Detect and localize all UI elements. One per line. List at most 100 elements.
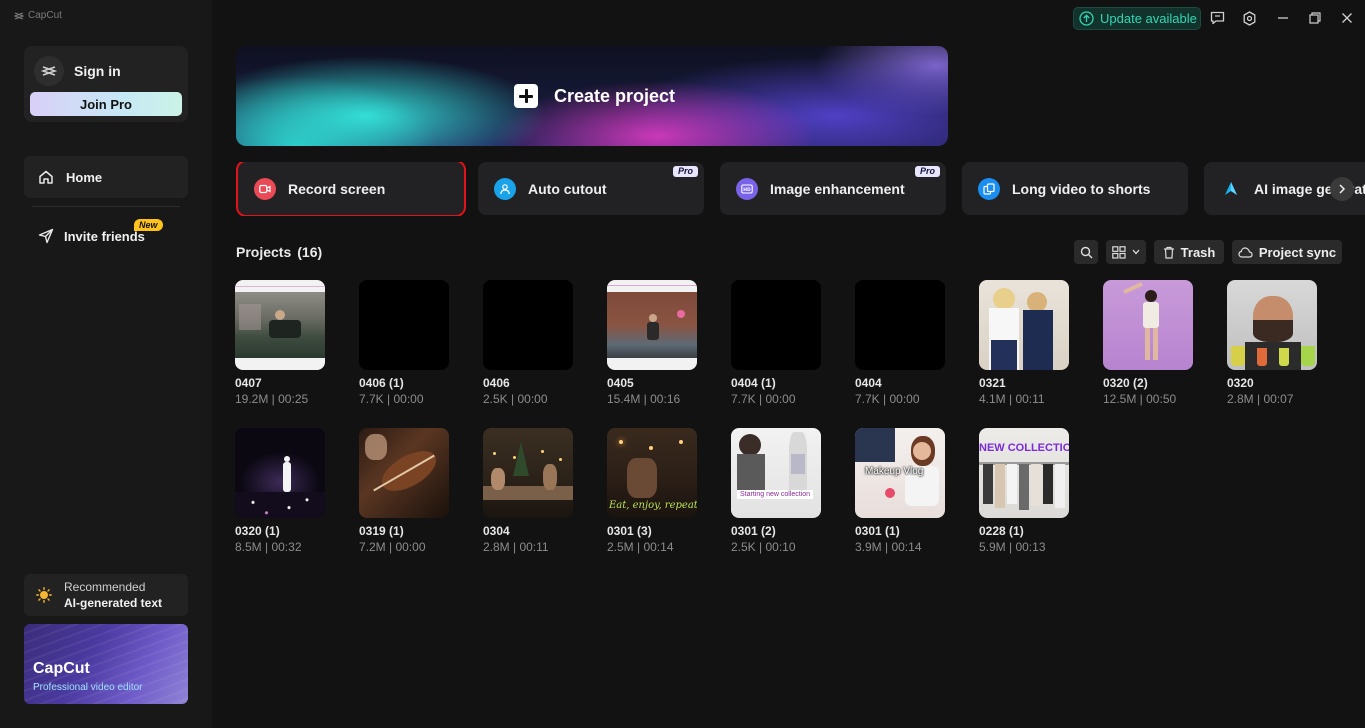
thumbnail-overlay-text: Eat, enjoy, repeat: [609, 500, 697, 511]
thumbnail-overlay-text: NEW COLLECTION: [979, 442, 1069, 454]
upload-arrow-icon: [1079, 11, 1094, 26]
promo-subtitle: Professional video editor: [33, 682, 143, 693]
tool-long-video-to-shorts[interactable]: Long video to shorts: [962, 162, 1188, 215]
chevron-right-icon: [1339, 184, 1346, 194]
projects-title-label: Projects: [236, 244, 292, 260]
trash-label: Trash: [1180, 244, 1216, 260]
tools-row: Record screen Auto cutout Pro HD Image e…: [236, 162, 1365, 216]
create-project-banner[interactable]: Create project: [236, 46, 948, 146]
project-name: 0319 (1): [359, 524, 404, 538]
search-icon: [1080, 246, 1092, 258]
recommended-title: AI-generated text: [64, 596, 163, 610]
hd-icon: HD: [736, 177, 758, 200]
trash-button[interactable]: Trash: [1154, 240, 1224, 264]
project-thumbnail: [359, 280, 449, 370]
tool-image-enhancement[interactable]: HD Image enhancement Pro: [720, 162, 946, 215]
account-card: Sign in Join Pro: [24, 46, 188, 122]
view-toggle-button[interactable]: [1106, 240, 1146, 264]
feedback-icon[interactable]: [1208, 9, 1226, 27]
project-meta: 12.5M | 00:50: [1103, 392, 1177, 406]
project-name: 0407: [235, 376, 262, 390]
project-card[interactable]: 0320 2.8M | 00:07: [1227, 280, 1317, 406]
project-thumbnail: [731, 280, 821, 370]
sidebar-item-invite-friends[interactable]: Invite friends New: [24, 216, 188, 256]
project-name: 0228 (1): [979, 524, 1024, 538]
minimize-icon[interactable]: [1274, 9, 1292, 27]
project-card[interactable]: 0407 19.2M | 00:25: [235, 280, 325, 406]
project-thumbnail: [1227, 280, 1317, 370]
project-name: 0301 (1): [855, 524, 900, 538]
project-card[interactable]: 0406 (1) 7.7K | 00:00: [359, 280, 449, 406]
project-thumbnail: Eat, enjoy, repeat: [607, 428, 697, 518]
chevron-down-icon: [1132, 249, 1140, 255]
project-card[interactable]: 0320 (1) 8.5M | 00:32: [235, 428, 325, 554]
project-meta: 2.8M | 00:07: [1227, 392, 1294, 406]
project-thumbnail: [483, 428, 573, 518]
record-icon: [254, 177, 276, 200]
project-card[interactable]: NEW COLLECTION 0228 (1) 5.9M | 00:13: [979, 428, 1069, 554]
grid-view-icon: [1112, 245, 1126, 259]
sidebar-divider: [32, 206, 180, 207]
plus-icon: [514, 84, 538, 108]
thumbnail-overlay-text: Makeup Vlog: [865, 466, 924, 477]
project-card[interactable]: 0405 15.4M | 00:16: [607, 280, 697, 406]
project-card[interactable]: 0319 (1) 7.2M | 00:00: [359, 428, 449, 554]
thumbnail-overlay-text: Starting new collection: [737, 490, 814, 499]
project-name: 0320 (1): [235, 524, 280, 538]
project-card[interactable]: 0304 2.8M | 00:11: [483, 428, 573, 554]
project-sync-button[interactable]: Project sync: [1232, 240, 1342, 264]
tool-label: Auto cutout: [528, 180, 607, 197]
project-card[interactable]: 0406 2.5K | 00:00: [483, 280, 573, 406]
project-meta: 5.9M | 00:13: [979, 540, 1046, 554]
capcut-logo-icon: [14, 11, 24, 20]
project-meta: 7.7K | 00:00: [855, 392, 920, 406]
promo-title: CapCut: [33, 660, 90, 677]
project-card[interactable]: 0404 7.7K | 00:00: [855, 280, 945, 406]
project-thumbnail: [235, 428, 325, 518]
recommended-card[interactable]: Recommended AI-generated text: [24, 574, 188, 616]
project-name: 0304: [483, 524, 510, 538]
tool-label: Record screen: [288, 180, 386, 197]
project-meta: 7.2M | 00:00: [359, 540, 426, 554]
project-meta: 3.9M | 00:14: [855, 540, 922, 554]
project-thumbnail: [855, 280, 945, 370]
project-name: 0404 (1): [731, 376, 776, 390]
project-thumbnail: [607, 280, 697, 370]
project-thumbnail: Starting new collection: [731, 428, 821, 518]
update-available-button[interactable]: Update available: [1073, 7, 1201, 30]
project-thumbnail: [235, 280, 325, 370]
search-button[interactable]: [1074, 240, 1098, 264]
join-pro-button[interactable]: Join Pro: [30, 92, 182, 116]
project-sync-label: Project sync: [1258, 244, 1337, 260]
settings-icon[interactable]: [1240, 9, 1258, 27]
project-thumbnail: [979, 280, 1069, 370]
pro-badge: Pro: [914, 166, 940, 177]
project-thumbnail: [1103, 280, 1193, 370]
close-icon[interactable]: [1338, 9, 1356, 27]
sign-in-button[interactable]: Sign in: [34, 56, 121, 86]
project-name: 0404: [855, 376, 882, 390]
project-thumbnail: Makeup Vlog: [855, 428, 945, 518]
project-name: 0320: [1227, 376, 1254, 390]
tool-auto-cutout[interactable]: Auto cutout Pro: [478, 162, 704, 215]
update-available-label: Update available: [1100, 11, 1197, 26]
project-card[interactable]: 0404 (1) 7.7K | 00:00: [731, 280, 821, 406]
restore-icon[interactable]: [1306, 9, 1324, 27]
sidebar-item-home[interactable]: Home: [24, 156, 188, 198]
project-name: 0301 (3): [607, 524, 652, 538]
tool-record-screen[interactable]: Record screen: [236, 162, 466, 216]
project-card[interactable]: Starting new collection 0301 (2) 2.5K | …: [731, 428, 821, 554]
capcut-promo-banner[interactable]: CapCut Professional video editor: [24, 624, 188, 704]
project-meta: 2.5K | 00:00: [483, 392, 548, 406]
project-card[interactable]: 0321 4.1M | 00:11: [979, 280, 1069, 406]
sidebar-item-invite-label: Invite friends: [64, 228, 145, 244]
svg-text:HD: HD: [743, 187, 751, 193]
project-thumbnail: [483, 280, 573, 370]
project-card[interactable]: Eat, enjoy, repeat 0301 (3) 2.5M | 00:14: [607, 428, 697, 554]
project-card[interactable]: 0320 (2) 12.5M | 00:50: [1103, 280, 1193, 406]
project-meta: 19.2M | 00:25: [235, 392, 309, 406]
projects-count: (16): [297, 244, 323, 260]
tool-label: Long video to shorts: [1012, 180, 1151, 197]
project-card[interactable]: Makeup Vlog 0301 (1) 3.9M | 00:14: [855, 428, 945, 554]
tools-next-button[interactable]: [1330, 177, 1354, 201]
